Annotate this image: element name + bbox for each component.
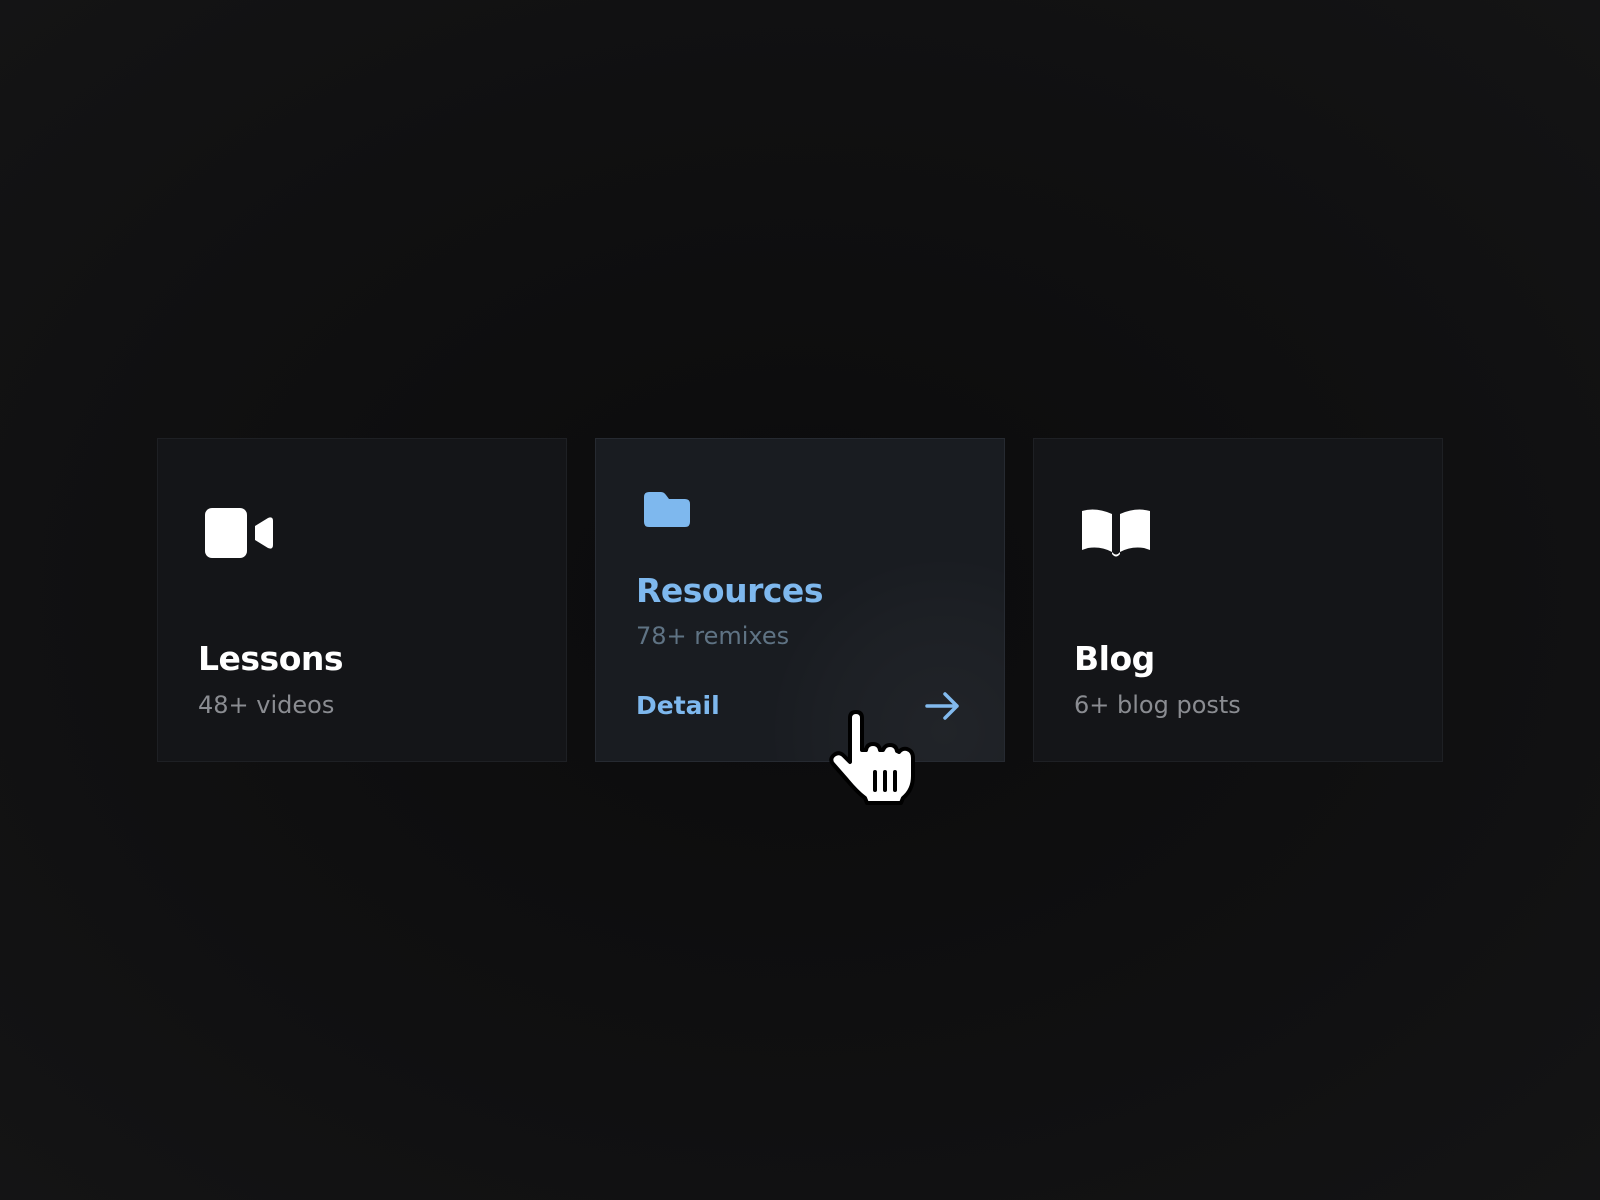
card-title: Lessons [198,639,344,678]
card-subtitle: 48+ videos [198,691,335,719]
detail-link[interactable]: Detail [636,691,720,720]
card-row: Lessons 48+ videos Resources 78+ remixes… [157,438,1443,762]
open-book-icon [1082,509,1150,557]
video-camera-icon [205,508,273,558]
resources-card[interactable]: Resources 78+ remixes Detail [595,438,1005,762]
folder-icon [644,492,690,527]
blog-card[interactable]: Blog 6+ blog posts [1033,438,1443,762]
lessons-card[interactable]: Lessons 48+ videos [157,438,567,762]
arrow-right-icon[interactable] [924,690,962,722]
card-title: Resources [636,571,823,610]
card-subtitle: 6+ blog posts [1074,691,1241,719]
card-title: Blog [1074,639,1155,678]
page-background: Lessons 48+ videos Resources 78+ remixes… [0,0,1600,1200]
card-subtitle: 78+ remixes [636,622,790,650]
